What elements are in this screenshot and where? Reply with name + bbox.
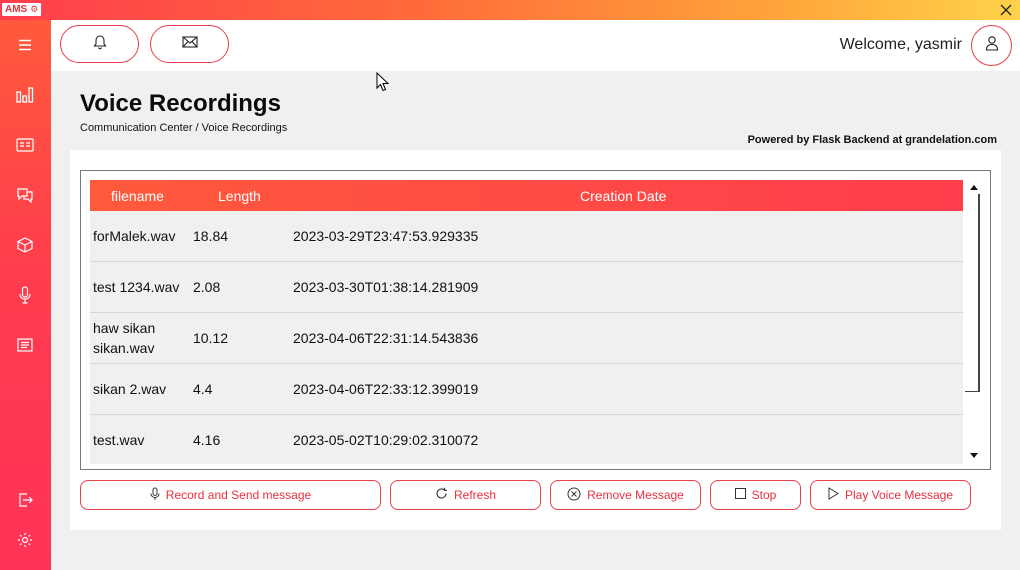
refresh-button[interactable]: Refresh <box>390 480 541 510</box>
table-body: forMalek.wav 18.84 2023-03-29T23:47:53.9… <box>90 211 963 464</box>
cell-creation-date: 2023-03-30T01:38:14.281909 <box>293 279 479 295</box>
remove-message-button[interactable]: Remove Message <box>550 480 701 510</box>
cell-creation-date: 2023-04-06T22:33:12.399019 <box>293 381 479 397</box>
cell-creation-date: 2023-05-02T10:29:02.310072 <box>293 431 479 448</box>
app-logo: AMS ⚙ <box>2 3 42 16</box>
messages-button[interactable] <box>150 25 229 63</box>
document-icon[interactable] <box>13 333 37 357</box>
envelope-icon <box>181 35 198 53</box>
page-title: Voice Recordings <box>80 90 281 117</box>
bell-icon <box>92 34 107 55</box>
recordings-table: filename Length Creation Date forMalek.w… <box>80 170 991 470</box>
recordings-panel: filename Length Creation Date forMalek.w… <box>70 150 1001 530</box>
play-voice-message-button[interactable]: Play Voice Message <box>810 480 971 510</box>
sidebar <box>0 20 51 570</box>
header-filename[interactable]: filename <box>111 188 164 204</box>
cell-filename: forMalek.wav <box>93 228 176 244</box>
cell-filename: test 1234.wav <box>93 279 180 295</box>
top-bar: Welcome, yasmir <box>51 20 1020 71</box>
remove-circle-icon <box>567 487 581 504</box>
table-header: filename Length Creation Date <box>90 180 963 211</box>
record-send-button[interactable]: Record and Send message <box>80 480 381 510</box>
microphone-icon <box>150 487 160 504</box>
stop-label: Stop <box>751 488 777 502</box>
table-row[interactable]: sikan 2.wav 4.4 2023-04-06T22:33:12.3990… <box>90 364 963 415</box>
cell-filename: sikan 2.wav <box>93 381 167 397</box>
hamburger-icon[interactable] <box>13 33 37 57</box>
mouse-cursor-icon <box>376 71 390 97</box>
table-row[interactable]: forMalek.wav 18.84 2023-03-29T23:47:53.9… <box>90 211 963 262</box>
cell-filename: haw sikan sikan.wav <box>93 320 156 356</box>
cube-icon[interactable] <box>13 233 37 257</box>
refresh-label: Refresh <box>453 488 497 502</box>
refresh-icon <box>435 487 448 503</box>
app-logo-mark: ⚙ <box>30 4 39 14</box>
table-row[interactable]: test.wav 4.16 2023-05-02T10:29:02.310072 <box>90 415 963 464</box>
cell-length: 18.84 <box>193 228 229 244</box>
cell-length: 2.08 <box>193 279 221 295</box>
remove-message-label: Remove Message <box>587 488 684 502</box>
cell-length: 4.4 <box>193 381 213 397</box>
table-scrollbar[interactable] <box>965 180 982 462</box>
cell-creation-date: 2023-03-29T23:47:53.929335 <box>293 228 479 244</box>
chat-bubbles-icon[interactable] <box>13 183 37 207</box>
scroll-up-arrow-icon[interactable] <box>965 180 982 194</box>
logout-icon[interactable] <box>13 488 37 512</box>
id-card-icon[interactable] <box>13 133 37 157</box>
title-bar: AMS ⚙ <box>0 0 1020 20</box>
close-icon[interactable] <box>998 0 1014 20</box>
stop-button[interactable]: Stop <box>710 480 801 510</box>
powered-by-text: Powered by Flask Backend at grandelation… <box>747 134 997 146</box>
user-avatar-button[interactable] <box>971 25 1012 66</box>
header-creation-date[interactable]: Creation Date <box>580 188 666 204</box>
header-length[interactable]: Length <box>218 188 261 204</box>
scroll-down-arrow-icon[interactable] <box>965 448 982 462</box>
app-logo-text: AMS <box>5 4 28 15</box>
gear-icon[interactable] <box>13 528 37 552</box>
table-row[interactable]: test 1234.wav 2.08 2023-03-30T01:38:14.2… <box>90 262 963 313</box>
scrollbar-thumb[interactable] <box>965 194 980 392</box>
table-row[interactable]: haw sikan sikan.wav 10.12 2023-04-06T22:… <box>90 313 963 364</box>
bar-chart-icon[interactable] <box>13 83 37 107</box>
microphone-icon[interactable] <box>13 283 37 307</box>
cell-length: 4.16 <box>193 431 221 448</box>
cell-filename: test.wav <box>93 431 145 448</box>
user-icon <box>985 35 999 56</box>
cell-creation-date: 2023-04-06T22:31:14.543836 <box>293 330 479 346</box>
cell-length: 10.12 <box>193 330 229 346</box>
stop-square-icon <box>734 488 746 502</box>
breadcrumb: Communication Center / Voice Recordings <box>80 122 288 134</box>
record-send-label: Record and Send message <box>165 488 312 502</box>
play-icon <box>828 487 839 503</box>
notifications-button[interactable] <box>60 25 139 63</box>
play-voice-message-label: Play Voice Message <box>844 488 954 502</box>
welcome-text: Welcome, yasmir <box>839 36 962 53</box>
